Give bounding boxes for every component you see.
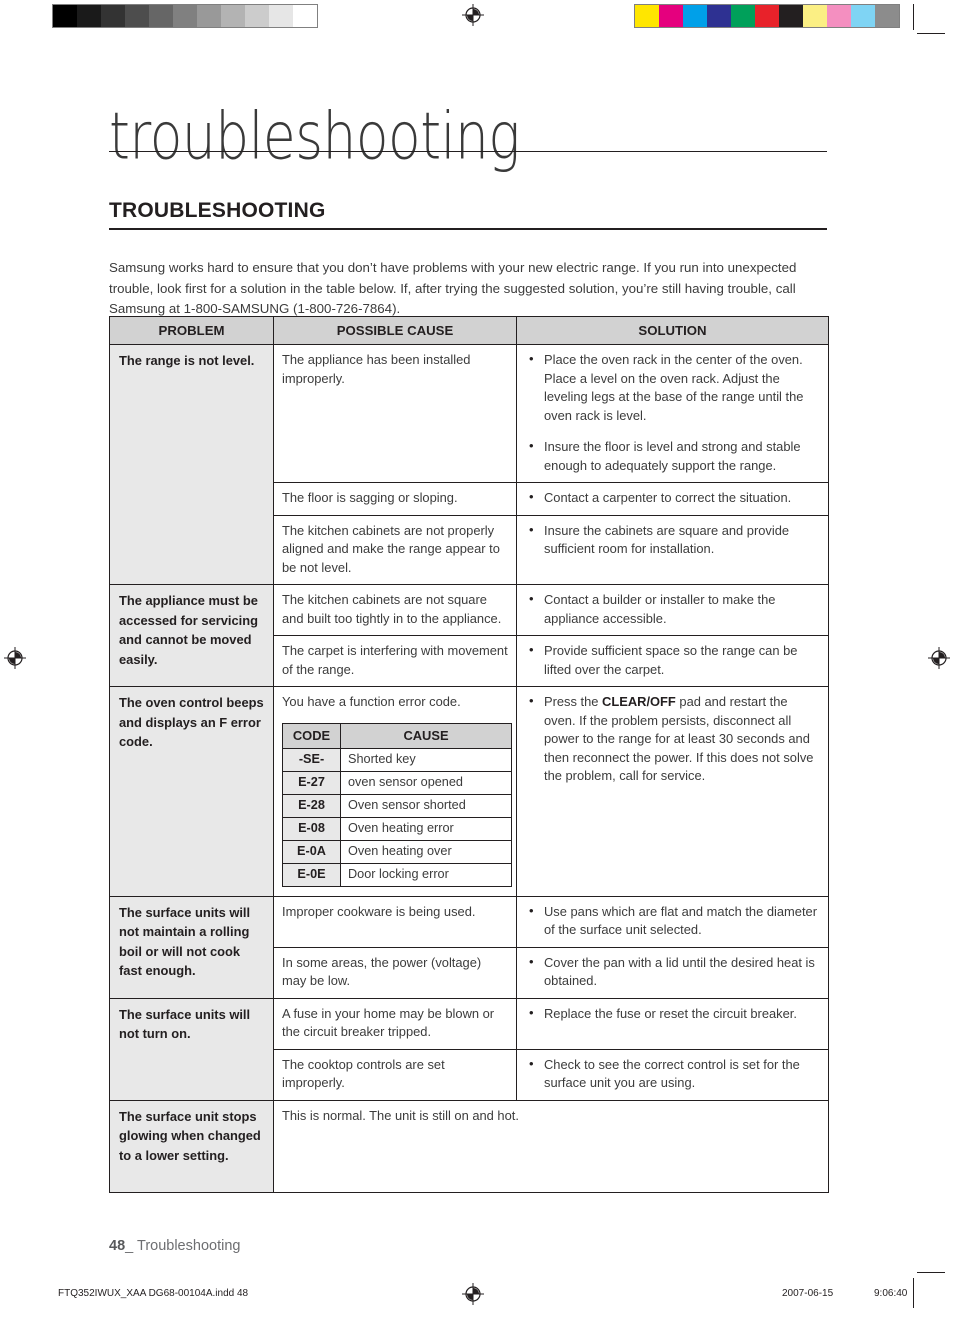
- solution-list: Place the oven rack in the center of the…: [527, 350, 820, 475]
- cause-cell: The appliance has been installed imprope…: [273, 344, 517, 483]
- clear-off-pad-label: CLEAR/OFF: [602, 694, 676, 709]
- cause-cell: In some areas, the power (voltage) may b…: [273, 946, 517, 999]
- problem-cell: The appliance must be accessed for servi…: [109, 584, 274, 687]
- print-date: 2007-06-15: [782, 1288, 834, 1299]
- solution-list: Cover the pan with a lid until the desir…: [527, 953, 820, 991]
- solution-item: Replace the fuse or reset the circuit br…: [527, 1004, 820, 1024]
- chapter-title-rule: [109, 151, 827, 152]
- solution-cell: Provide sufficient space so the range ca…: [516, 635, 829, 687]
- troubleshooting-table: PROBLEM POSSIBLE CAUSE SOLUTION The rang…: [109, 316, 829, 1193]
- problem-cell: The oven control beeps and displays an F…: [109, 686, 274, 897]
- solution-cell: Press the CLEAR/OFF pad and restart the …: [516, 686, 829, 897]
- cause-cell: The kitchen cabinets are not properly al…: [273, 514, 517, 585]
- solution-cell: Use pans which are flat and match the di…: [516, 895, 829, 948]
- cause-cell: The cooktop controls are set improperly.: [273, 1048, 517, 1101]
- column-header-problem: PROBLEM: [109, 316, 274, 345]
- solution-item: Contact a builder or installer to make t…: [527, 590, 820, 628]
- table-row: The surface units will not maintain a ro…: [109, 895, 829, 999]
- error-code-cause: Oven heating error: [340, 816, 512, 841]
- table-row: The range is not level. The appliance ha…: [109, 344, 829, 585]
- cause-cell: You have a function error code. CODE CAU…: [273, 686, 517, 897]
- code-table-row: E-28 Oven sensor shorted: [282, 793, 512, 818]
- solution-list: Contact a builder or installer to make t…: [527, 590, 820, 628]
- code-table-row: E-27 oven sensor opened: [282, 770, 512, 795]
- table-row: The appliance must be accessed for servi…: [109, 584, 829, 687]
- error-code-value: E-0A: [282, 839, 341, 864]
- solution-item: Use pans which are flat and match the di…: [527, 902, 820, 940]
- cause-cell: The floor is sagging or sloping.: [273, 482, 517, 516]
- error-code-cause: Shorted key: [340, 747, 512, 772]
- solution-item: Press the CLEAR/OFF pad and restart the …: [527, 692, 820, 786]
- table-row-error-code: The oven control beeps and displays an F…: [109, 686, 829, 897]
- code-column-header: CODE: [282, 722, 341, 749]
- code-table-row: E-0E Door locking error: [282, 862, 512, 887]
- table-header-row: PROBLEM POSSIBLE CAUSE SOLUTION: [109, 316, 829, 345]
- error-code-cause: Oven heating over: [340, 839, 512, 864]
- error-code-value: E-27: [282, 770, 341, 795]
- chapter-title: troubleshooting: [109, 98, 520, 174]
- table-row: The surface unit stops glowing when chan…: [109, 1099, 829, 1193]
- solution-list: Press the CLEAR/OFF pad and restart the …: [527, 692, 820, 786]
- error-code-cause: oven sensor opened: [340, 770, 512, 795]
- solution-cell: Cover the pan with a lid until the desir…: [516, 946, 829, 999]
- page-folio: 48_ Troubleshooting: [109, 1238, 240, 1254]
- code-table-header-row: CODE CAUSE: [282, 722, 512, 749]
- column-header-possible-cause: POSSIBLE CAUSE: [273, 316, 517, 345]
- solution-list: Use pans which are flat and match the di…: [527, 902, 820, 940]
- table-row: The surface units will not turn on. A fu…: [109, 997, 829, 1101]
- intro-paragraph: Samsung works hard to ensure that you do…: [109, 260, 797, 317]
- print-file-name: FTQ352IWUX_XAA DG68-00104A.indd 48: [58, 1288, 249, 1299]
- solution-text-prefix: Press the: [544, 694, 603, 709]
- code-table-row: E-0A Oven heating over: [282, 839, 512, 864]
- error-code-value: E-28: [282, 793, 341, 818]
- folio-separator: _: [125, 1238, 134, 1254]
- error-code-cause: Oven sensor shorted: [340, 793, 512, 818]
- solution-cell: Check to see the correct control is set …: [516, 1048, 829, 1101]
- solution-item: Insure the floor is level and strong and…: [527, 437, 820, 475]
- code-cause-column-header: CAUSE: [340, 722, 512, 749]
- solution-item: Check to see the correct control is set …: [527, 1055, 820, 1093]
- problem-cell: The surface unit stops glowing when chan…: [109, 1099, 274, 1193]
- cause-cell-merged: This is normal. The unit is still on and…: [273, 1099, 829, 1193]
- document-page: troubleshooting TROUBLESHOOTING Samsung …: [0, 0, 954, 1322]
- cause-cell: The kitchen cabinets are not square and …: [273, 584, 517, 636]
- column-header-solution: SOLUTION: [516, 316, 829, 345]
- page-number: 48: [109, 1238, 126, 1254]
- solution-cell: Replace the fuse or reset the circuit br…: [516, 997, 829, 1050]
- problem-cell: The surface units will not maintain a ro…: [109, 895, 274, 999]
- print-time: 9:06:40: [874, 1288, 908, 1299]
- solution-item: Place the oven rack in the center of the…: [527, 350, 820, 425]
- error-code-value: E-0E: [282, 862, 341, 887]
- error-code-cause: Door locking error: [340, 862, 512, 887]
- error-code-value: -SE-: [282, 747, 341, 772]
- problem-cell: The surface units will not turn on.: [109, 997, 274, 1101]
- solution-item: Insure the cabinets are square and provi…: [527, 521, 820, 559]
- solution-list: Replace the fuse or reset the circuit br…: [527, 1004, 820, 1024]
- solution-item: Provide sufficient space so the range ca…: [527, 641, 820, 679]
- problem-cell: The range is not level.: [109, 344, 274, 585]
- solution-item: Cover the pan with a lid until the desir…: [527, 953, 820, 991]
- page-label: Troubleshooting: [137, 1238, 241, 1254]
- solution-item: Contact a carpenter to correct the situa…: [527, 488, 820, 508]
- cause-cell: The carpet is interfering with movement …: [273, 635, 517, 687]
- solution-list: Insure the cabinets are square and provi…: [527, 521, 820, 559]
- cause-text: You have a function error code.: [282, 694, 461, 709]
- section-heading-rule: [109, 228, 827, 230]
- solution-list: Check to see the correct control is set …: [527, 1055, 820, 1093]
- solution-list: Contact a carpenter to correct the situa…: [527, 488, 820, 508]
- cause-cell: A fuse in your home may be blown or the …: [273, 997, 517, 1050]
- section-heading: TROUBLESHOOTING: [109, 199, 326, 222]
- code-table-row: -SE- Shorted key: [282, 747, 512, 772]
- solution-cell: Insure the cabinets are square and provi…: [516, 514, 829, 585]
- solution-cell: Contact a carpenter to correct the situa…: [516, 482, 829, 516]
- solution-cell: Place the oven rack in the center of the…: [516, 344, 829, 483]
- solution-list: Provide sufficient space so the range ca…: [527, 641, 820, 679]
- solution-cell: Contact a builder or installer to make t…: [516, 584, 829, 636]
- error-code-value: E-08: [282, 816, 341, 841]
- error-code-table: CODE CAUSE -SE- Shorted key E-27 oven senso…: [282, 722, 512, 887]
- code-table-row: E-08 Oven heating error: [282, 816, 512, 841]
- cause-cell: Improper cookware is being used.: [273, 895, 517, 948]
